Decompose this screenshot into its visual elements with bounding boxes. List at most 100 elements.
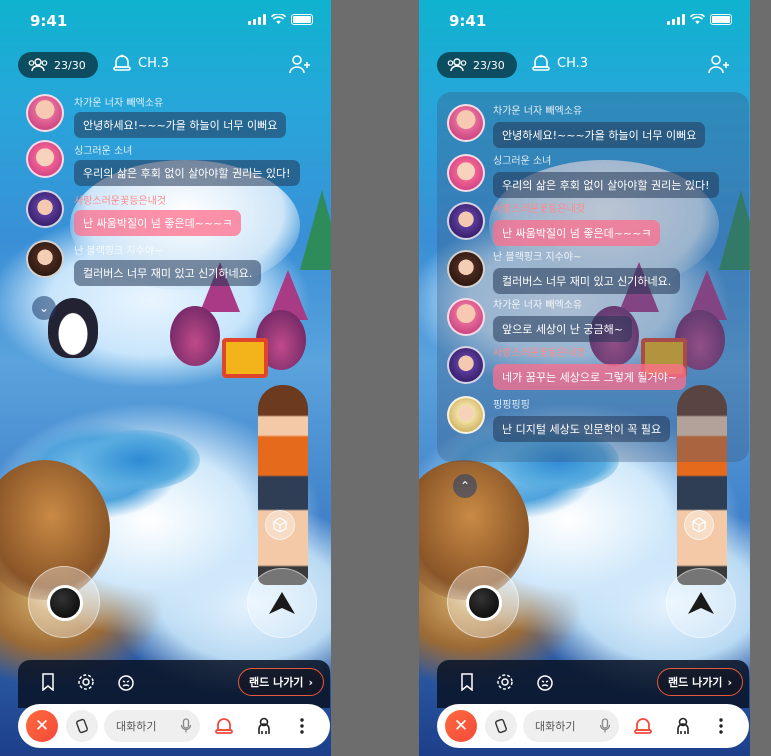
avatar[interactable] bbox=[26, 190, 64, 228]
cube-icon[interactable] bbox=[265, 510, 295, 540]
chat-nickname: 차가운 너자 빼엑소유 bbox=[493, 300, 583, 311]
chevron-right-icon: › bbox=[727, 675, 732, 689]
channel-label: CH.3 bbox=[557, 55, 589, 71]
channel-selector[interactable]: CH.3 bbox=[531, 54, 588, 72]
jump-button[interactable] bbox=[666, 568, 736, 638]
jump-arrow-icon bbox=[269, 592, 295, 614]
avatar[interactable] bbox=[447, 104, 485, 142]
joystick-knob[interactable] bbox=[466, 585, 502, 621]
joystick-control[interactable] bbox=[447, 566, 519, 638]
chat-bubble: 앞으로 세상이 난 궁금해~ bbox=[493, 316, 632, 342]
chevron-down-icon[interactable]: ⌄ bbox=[32, 296, 56, 320]
chat-nickname: 차가운 너자 빼엑소유 bbox=[74, 98, 164, 109]
leave-land-button[interactable]: 랜드 나가기 › bbox=[238, 668, 324, 696]
bell-icon[interactable] bbox=[633, 716, 653, 736]
participant-count-pill[interactable]: 23/30 bbox=[18, 52, 98, 78]
signal-icon bbox=[248, 14, 266, 25]
participant-count: 23/30 bbox=[473, 58, 505, 72]
gnome-character bbox=[170, 306, 220, 366]
channel-selector[interactable]: CH.3 bbox=[112, 54, 169, 72]
chat-bubble: 안녕하세요!~~~가을 하늘이 너무 이뻐요 bbox=[493, 122, 706, 148]
mic-icon[interactable] bbox=[180, 718, 192, 734]
more-vertical-icon[interactable] bbox=[292, 716, 312, 736]
chat-input[interactable]: 대화하기 bbox=[523, 710, 619, 742]
chat-nickname: 사랑스러운꽃등은내것 bbox=[493, 204, 585, 215]
gear-icon[interactable] bbox=[76, 672, 96, 692]
avatar[interactable] bbox=[447, 298, 485, 336]
avatar[interactable] bbox=[26, 94, 64, 132]
jump-arrow-icon bbox=[688, 592, 714, 614]
chat-nickname: 난 블랙핑크 지수야~ bbox=[493, 252, 582, 263]
more-vertical-icon[interactable] bbox=[711, 716, 731, 736]
leave-land-button[interactable]: 랜드 나가기 › bbox=[657, 668, 743, 696]
chat-panel-expanded: 차가운 너자 빼엑소유 안녕하세요!~~~가을 하늘이 너무 이뻐요 싱그러운 … bbox=[437, 92, 749, 462]
people-icon bbox=[28, 58, 48, 72]
bell-icon[interactable] bbox=[214, 716, 234, 736]
status-bar: 9:41 bbox=[419, 0, 750, 40]
close-icon[interactable]: ✕ bbox=[26, 710, 58, 742]
joystick-knob[interactable] bbox=[47, 585, 83, 621]
emote-icon[interactable] bbox=[535, 672, 555, 692]
channel-label: CH.3 bbox=[138, 55, 170, 71]
chat-nickname: 사랑스러운꽃등은내것 bbox=[493, 348, 585, 359]
cube-icon[interactable] bbox=[684, 510, 714, 540]
leave-label: 랜드 나가기 bbox=[668, 676, 723, 689]
jump-button[interactable] bbox=[247, 568, 317, 638]
pine-tree bbox=[300, 190, 331, 270]
gift-box bbox=[222, 338, 268, 378]
chat-bubble: 안녕하세요!~~~가을 하늘이 너무 이뻐요 bbox=[74, 112, 287, 138]
bookmark-icon[interactable] bbox=[38, 672, 58, 692]
bell-channel-icon bbox=[532, 54, 550, 71]
wifi-icon bbox=[271, 14, 286, 25]
rotate-screen-icon[interactable] bbox=[485, 710, 517, 742]
status-icons bbox=[248, 14, 313, 25]
chat-placeholder: 대화하기 bbox=[535, 720, 576, 733]
joystick-control[interactable] bbox=[28, 566, 100, 638]
chat-bubble: 컬러버스 너무 재미 있고 신기하네요. bbox=[493, 268, 681, 294]
chevron-up-icon[interactable]: ⌃ bbox=[453, 474, 477, 498]
chat-nickname: 사랑스러운꽃등은내것 bbox=[74, 196, 166, 207]
chat-bubble: 난 디지털 세상도 인문학이 꼭 필요 bbox=[493, 416, 671, 442]
bookmark-icon[interactable] bbox=[457, 672, 477, 692]
avatar-person-icon[interactable] bbox=[254, 716, 274, 736]
add-friend-icon[interactable] bbox=[708, 54, 730, 74]
avatar[interactable] bbox=[447, 202, 485, 240]
chat-bubble: 난 싸움박질이 넘 좋은데~~~ㅋ bbox=[74, 210, 242, 236]
emote-icon[interactable] bbox=[116, 672, 136, 692]
avatar-person-icon[interactable] bbox=[673, 716, 693, 736]
screen-comparison: 9:41 23/30 CH.3 차가운 너자 빼엑소유 안녕하세요!~~~가을 … bbox=[0, 0, 771, 756]
chat-nickname: 난 블랙핑크 지수야~ bbox=[74, 246, 163, 257]
chat-input[interactable]: 대화하기 bbox=[104, 710, 200, 742]
avatar[interactable] bbox=[447, 396, 485, 434]
chat-bubble: 우리의 삶은 후회 없이 살아야할 권리는 있다! bbox=[493, 172, 719, 198]
chat-nickname: 핑핑핑핑 bbox=[493, 400, 530, 411]
chat-bubble: 난 싸움박질이 넘 좋은데~~~ㅋ bbox=[493, 220, 661, 246]
toolbar: 랜드 나가기 › bbox=[18, 660, 330, 708]
avatar[interactable] bbox=[26, 140, 64, 178]
add-friend-icon[interactable] bbox=[289, 54, 311, 74]
status-icons bbox=[667, 14, 732, 25]
chat-bubble: 네가 꿈꾸는 세상으로 그렇게 될거야~ bbox=[493, 364, 687, 390]
leave-label: 랜드 나가기 bbox=[249, 676, 304, 689]
gear-icon[interactable] bbox=[495, 672, 515, 692]
bottom-bar: ✕ 대화하기 bbox=[18, 704, 330, 748]
participant-count-pill[interactable]: 23/30 bbox=[437, 52, 517, 78]
mic-icon[interactable] bbox=[599, 718, 611, 734]
player-avatar-character bbox=[258, 385, 308, 585]
chat-placeholder: 대화하기 bbox=[116, 720, 157, 733]
close-icon[interactable]: ✕ bbox=[445, 710, 477, 742]
battery-icon bbox=[291, 14, 313, 25]
phone-screen-expanded-chat: 9:41 23/30 CH.3 차가운 너자 빼엑소유 안녕하세요!~~~가을 … bbox=[419, 0, 750, 756]
avatar[interactable] bbox=[447, 346, 485, 384]
avatar[interactable] bbox=[447, 154, 485, 192]
participant-count: 23/30 bbox=[54, 58, 86, 72]
avatar[interactable] bbox=[26, 240, 64, 278]
chevron-right-icon: › bbox=[308, 675, 313, 689]
chat-bubble: 컬러버스 너무 재미 있고 신기하네요. bbox=[74, 260, 262, 286]
chat-bubble: 우리의 삶은 후회 없이 살아야할 권리는 있다! bbox=[74, 160, 300, 186]
avatar[interactable] bbox=[447, 250, 485, 288]
battery-icon bbox=[710, 14, 732, 25]
chat-nickname: 차가운 너자 빼엑소유 bbox=[493, 106, 583, 117]
rotate-screen-icon[interactable] bbox=[66, 710, 98, 742]
chat-nickname: 싱그러운 소녀 bbox=[493, 156, 552, 167]
